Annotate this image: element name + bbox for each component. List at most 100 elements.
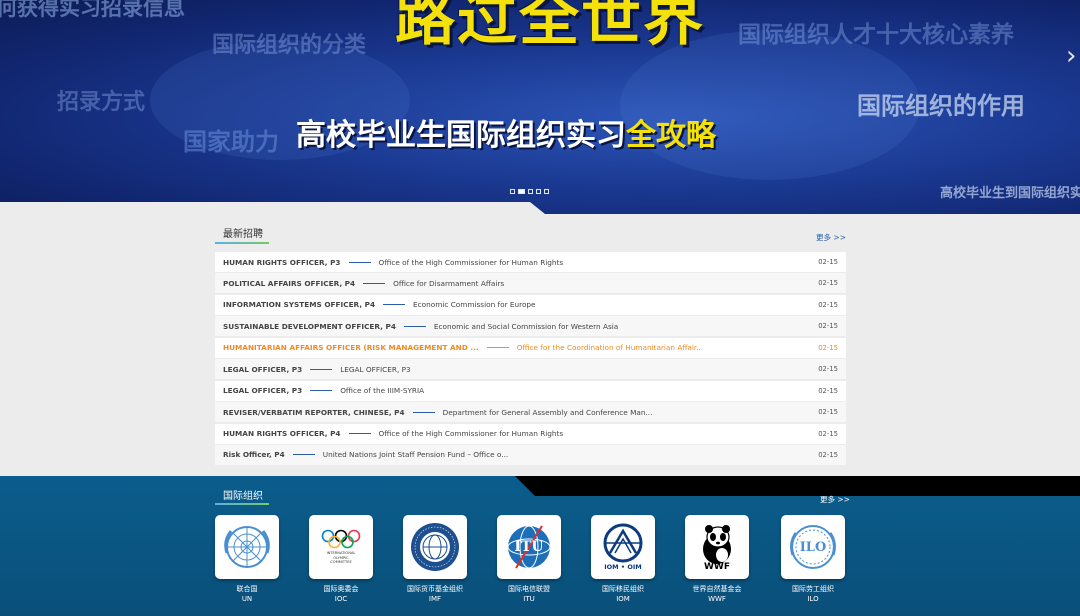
orgs-title: 国际组织 — [223, 491, 263, 502]
hero-headline: 路过全世界 — [395, 0, 705, 54]
orgs-title-underline — [215, 503, 269, 505]
org-abbr: ITU — [523, 595, 535, 603]
slide-dot-1[interactable] — [510, 189, 515, 194]
job-date: 02-15 — [818, 258, 838, 266]
hero-subheadline-highlight: 全攻略 — [626, 118, 716, 153]
org-logo: ILO — [781, 515, 845, 579]
org-name: 国际电信联盟 — [508, 585, 550, 593]
jobs-header: 最新招聘 更多 >> — [215, 222, 846, 252]
job-title: LEGAL OFFICER, P3 — [223, 386, 303, 396]
job-date: 02-15 — [818, 279, 838, 288]
job-organization: Department for General Assembly and Conf… — [442, 407, 653, 417]
org-card-wwf[interactable]: WWF 世界自然基金会 WWF — [685, 515, 749, 603]
iom-logo-icon — [603, 523, 643, 563]
job-row[interactable]: LEGAL OFFICER, P3 LEGAL OFFICER, P3 02-1… — [215, 359, 846, 380]
banner-bg-word: 高校毕业生到国际组织实 — [940, 186, 1080, 201]
job-separator — [383, 304, 406, 306]
jobs-more-link[interactable]: 更多 >> — [816, 232, 846, 243]
job-title: Risk Officer, P4 — [223, 450, 285, 460]
job-list: HUMAN RIGHTS OFFICER, P3 Office of the H… — [215, 252, 846, 466]
org-logo — [215, 515, 279, 579]
job-title: REVISER/VERBATIM REPORTER, CHINESE, P4 — [223, 407, 405, 417]
org-logo: IOM • OIM — [591, 515, 655, 579]
ioc-logo-text: INTERNATIONAL OLYMPIC COMMITTEE — [326, 551, 356, 565]
org-card-ilo[interactable]: ILO 国际劳工组织 ILO — [781, 515, 845, 603]
banner-bg-word: 国际组织的分类 — [212, 33, 367, 58]
hero-subheadline-main: 高校毕业生国际组织实习 — [296, 118, 626, 153]
job-separator — [292, 454, 315, 456]
job-organization: Office for Disarmament Affairs — [393, 278, 505, 288]
job-separator — [486, 347, 509, 349]
job-row[interactable]: SUSTAINABLE DEVELOPMENT OFFICER, P4 Econ… — [215, 316, 846, 337]
job-separator — [310, 368, 333, 370]
international-orgs-section: 国际组织 更多 >> 联合国 UN INTERNATIONAL OLYMPIC … — [0, 476, 1080, 616]
job-separator — [403, 325, 426, 327]
banner-bg-word: 国家助力 — [183, 128, 279, 156]
banner-bg-word: 何获得实习招录信息 — [0, 0, 185, 20]
job-row[interactable]: REVISER/VERBATIM REPORTER, CHINESE, P4 D… — [215, 402, 846, 423]
un-emblem-icon — [224, 526, 270, 568]
slide-dot-2[interactable] — [518, 189, 525, 194]
org-abbr: IOM — [616, 595, 630, 603]
job-organization: Office of the High Commissioner for Huma… — [378, 429, 564, 438]
org-abbr: ILO — [807, 595, 819, 603]
slide-dot-4[interactable] — [536, 189, 541, 194]
iom-logo-text: IOM • OIM — [604, 563, 642, 571]
jobs-title-underline — [215, 242, 269, 244]
job-date: 02-15 — [818, 300, 838, 309]
org-abbr: IMF — [428, 595, 442, 603]
job-title: HUMAN RIGHTS OFFICER, P4 — [223, 429, 341, 438]
hero-banner[interactable]: 何获得实习招录信息 国际组织的分类 招录方式 国家助力 国际组织人才十大核心素养… — [0, 0, 1080, 214]
org-logo: ITU — [497, 515, 561, 579]
org-name: 世界自然基金会 — [692, 585, 742, 593]
job-separator — [412, 411, 435, 413]
job-row[interactable]: HUMAN RIGHTS OFFICER, P4 Office of the H… — [215, 423, 846, 444]
job-row[interactable]: Risk Officer, P4 United Nations Joint St… — [215, 444, 846, 465]
job-title: POLITICAL AFFAIRS OFFICER, P4 — [223, 278, 356, 288]
next-slide-arrow-icon[interactable]: › — [1066, 42, 1080, 70]
orgs-section-accent — [515, 476, 1080, 496]
job-row[interactable]: INFORMATION SYSTEMS OFFICER, P4 Economic… — [215, 294, 846, 315]
org-abbr: UN — [241, 595, 253, 603]
job-date: 02-15 — [818, 450, 838, 459]
job-row[interactable]: LEGAL OFFICER, P3 Office of the IIIM-SYR… — [215, 380, 846, 401]
jobs-title: 最新招聘 — [223, 229, 263, 240]
job-organization: Office for the Coordination of Humanitar… — [516, 343, 704, 353]
org-card-un[interactable]: 联合国 UN — [215, 515, 279, 603]
org-card-imf[interactable]: 国际货币基金组织 IMF — [403, 515, 467, 603]
org-logo: INTERNATIONAL OLYMPIC COMMITTEE — [309, 515, 373, 579]
job-organization: Economic Commission for Europe — [413, 300, 536, 310]
org-name: 国际劳工组织 — [792, 585, 834, 593]
org-abbr: WWF — [708, 595, 726, 603]
job-date: 02-15 — [818, 322, 838, 331]
org-name: 联合国 — [236, 585, 258, 593]
org-logo — [403, 515, 467, 579]
org-name: 国际奥委会 — [323, 585, 359, 593]
job-organization: United Nations Joint Staff Pension Fund … — [322, 450, 509, 460]
slide-dot-3[interactable] — [528, 189, 533, 194]
job-separator — [348, 433, 371, 434]
orgs-more-link[interactable]: 更多 >> — [820, 494, 850, 505]
hero-subheadline: 高校毕业生国际组织实习全攻略 — [296, 110, 716, 154]
org-card-ioc[interactable]: INTERNATIONAL OLYMPIC COMMITTEE 国际奥委会 IO… — [309, 515, 373, 603]
itu-logo-text: ITU — [514, 539, 544, 555]
job-date: 02-15 — [818, 343, 838, 352]
slide-indicators — [510, 189, 549, 194]
org-name: 国际移民组织 — [602, 585, 644, 593]
job-separator — [363, 282, 386, 284]
job-row-highlighted[interactable]: HUMANITARIAN AFFAIRS OFFICER (RISK MANAG… — [215, 337, 846, 358]
job-date: 02-15 — [818, 429, 838, 438]
slide-dot-5[interactable] — [544, 189, 549, 194]
org-card-iom[interactable]: IOM • OIM 国际移民组织 IOM — [591, 515, 655, 603]
org-grid: 联合国 UN INTERNATIONAL OLYMPIC COMMITTEE 国… — [215, 515, 846, 615]
olympic-rings-icon — [321, 530, 361, 549]
job-separator — [310, 390, 333, 392]
job-title: HUMAN RIGHTS OFFICER, P3 — [223, 257, 341, 267]
job-title: SUSTAINABLE DEVELOPMENT OFFICER, P4 — [223, 321, 396, 331]
imf-seal-icon — [411, 523, 459, 571]
job-row[interactable]: HUMAN RIGHTS OFFICER, P3 Office of the H… — [215, 252, 846, 272]
org-abbr: IOC — [334, 595, 348, 603]
org-card-itu[interactable]: ITU 国际电信联盟 ITU — [497, 515, 561, 603]
org-logo: WWF — [685, 515, 749, 579]
job-row[interactable]: POLITICAL AFFAIRS OFFICER, P4 Office for… — [215, 273, 846, 294]
